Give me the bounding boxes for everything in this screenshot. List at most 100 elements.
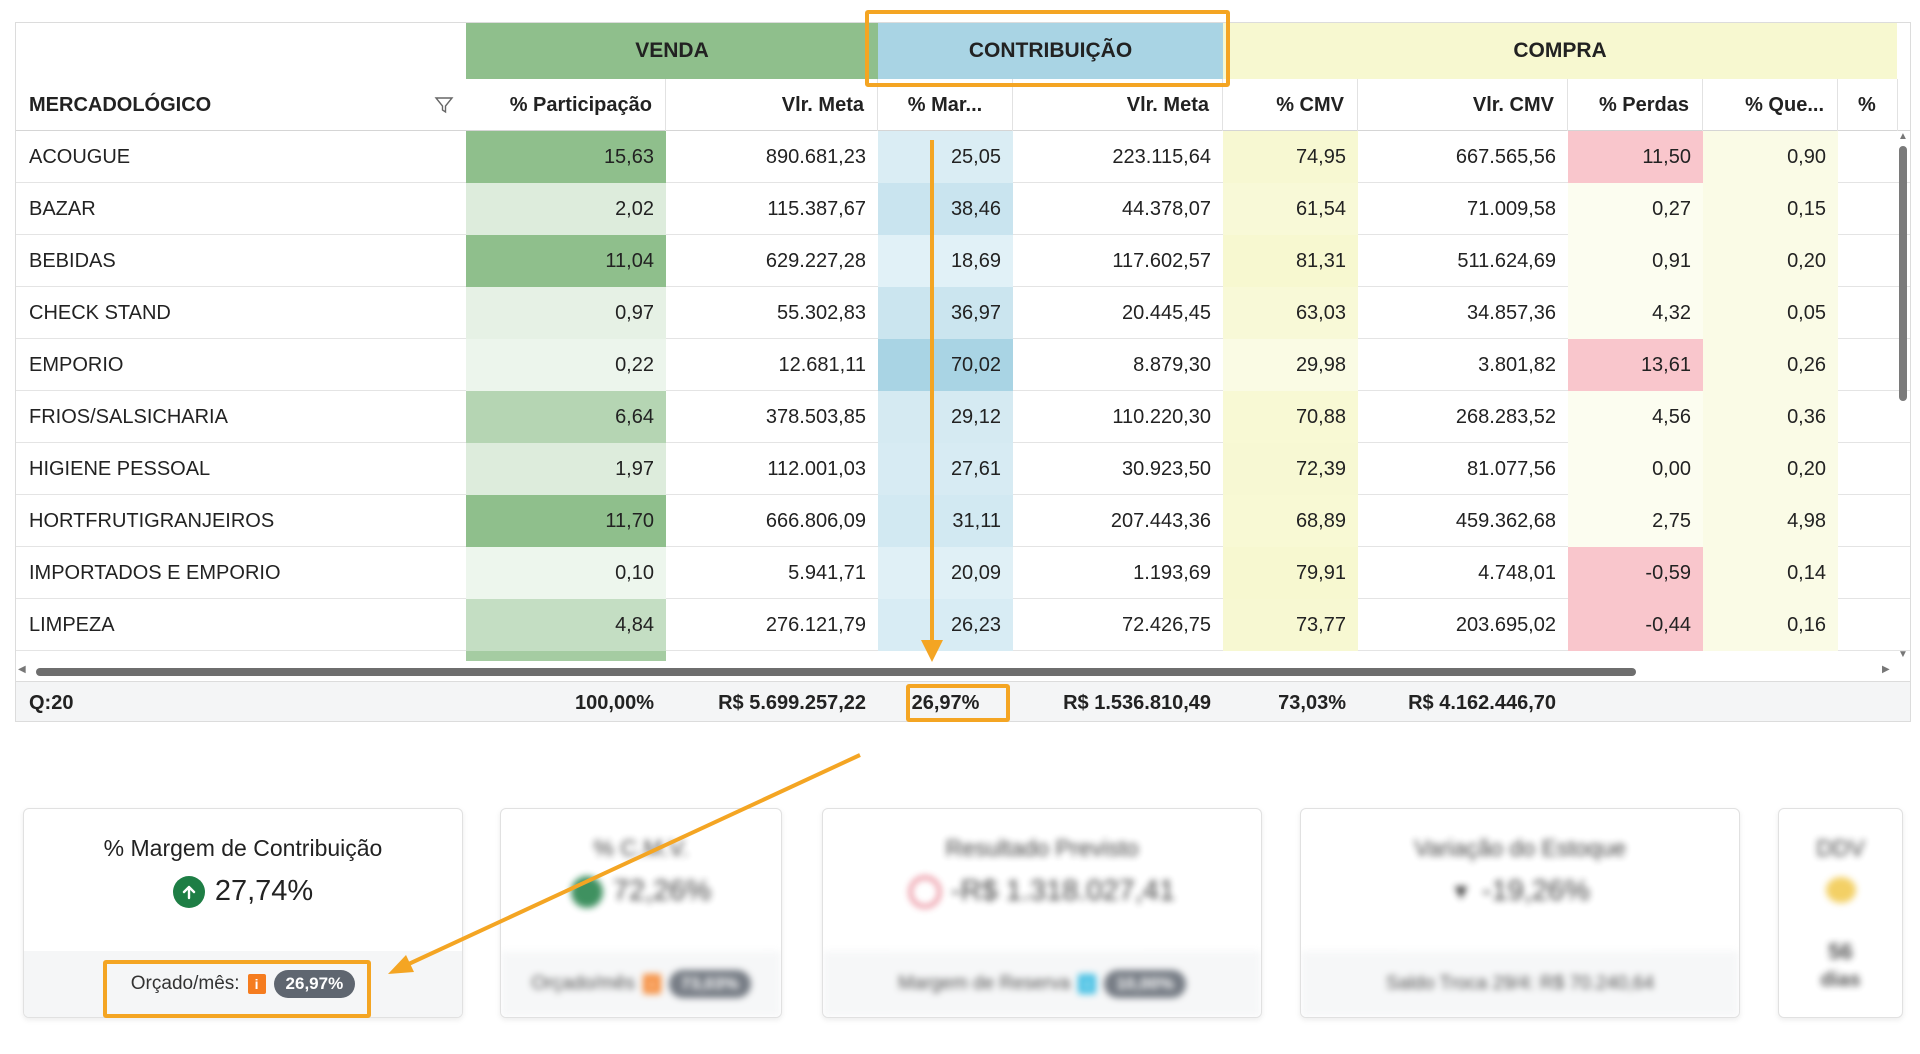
card-title: % Margem de Contribuição xyxy=(103,835,383,861)
total-margem: 26,97% xyxy=(911,691,980,714)
info-icon[interactable]: i xyxy=(1078,974,1097,994)
horizontal-scroll-thumb[interactable] xyxy=(36,668,1636,676)
info-icon[interactable]: i xyxy=(642,974,661,994)
cell-participacao: 1,97 xyxy=(466,443,666,495)
table-row[interactable]: LIMPEZA 4,84 276.121,79 26,23 72.426,75 73,77… xyxy=(16,599,1910,651)
cell-quebra: 0,20 xyxy=(1703,235,1838,287)
group-header-contribuicao: CONTRIBUIÇÃO xyxy=(878,23,1223,79)
cell-perdas: 0,00 xyxy=(1568,443,1703,495)
scroll-right-icon[interactable]: ▶ xyxy=(1882,664,1890,675)
cell-vlr-cmv: 4.748,01 xyxy=(1478,561,1556,584)
cell-mercadologico: FRIOS/SALSICHARIA xyxy=(29,405,228,428)
total-vlr-meta-venda: R$ 5.699.257,22 xyxy=(718,691,866,714)
col-header-vlr-meta-contrib[interactable]: Vlr. Meta xyxy=(1013,79,1223,131)
cell-vlr-cmv: 511.624,69 xyxy=(1457,249,1556,272)
cell-mercadologico: LIMPEZA xyxy=(29,613,115,636)
saldo-troca-label: Saldo Troca 29/4: R$ 70.240,64 xyxy=(1385,973,1655,994)
cell-participacao: 11,70 xyxy=(466,495,666,547)
card-value: 72,26% xyxy=(612,875,712,907)
table-row[interactable]: ACOUGUE 15,63 890.681,23 25,05 223.115,64 74,… xyxy=(16,131,1910,183)
cell-perdas: 4,56 xyxy=(1568,391,1703,443)
cell-quebra: 0,20 xyxy=(1703,443,1838,495)
cell-cmv: 63,03 xyxy=(1223,287,1358,339)
card-value-row: -R$ 1.318.027,41 xyxy=(823,875,1261,908)
cell-mercadologico: HIGIENE PESSOAL xyxy=(29,457,211,480)
scroll-up-icon[interactable]: ▲ xyxy=(1898,131,1908,142)
card-value-row: 27,74% xyxy=(24,875,462,908)
cell-cmv: 68,89 xyxy=(1223,495,1358,547)
cell-cmv: 61,54 xyxy=(1223,183,1358,235)
budget-badge: 73,03% xyxy=(668,970,751,998)
sad-face-icon xyxy=(908,875,941,908)
cell-margem: 18,69 xyxy=(878,235,1013,287)
cell-margem: 20,09 xyxy=(878,547,1013,599)
cell-vlr-meta-venda: 890.681,23 xyxy=(765,145,866,168)
horizontal-scrollbar[interactable]: ◀ ▶ xyxy=(16,663,1896,679)
col-header-more[interactable]: % xyxy=(1838,79,1898,131)
cell-vlr-meta-contrib: 223.115,64 xyxy=(1112,145,1211,168)
table-row[interactable]: FRIOS/SALSICHARIA 6,64 378.503,85 29,12 110.… xyxy=(16,391,1910,443)
cell-vlr-meta-venda: 5.941,71 xyxy=(788,561,866,584)
vertical-scroll-thumb[interactable] xyxy=(1899,146,1907,401)
cell-mercadologico: CHECK STAND xyxy=(29,301,171,324)
col-header-vlr-cmv[interactable]: Vlr. CMV xyxy=(1358,79,1568,131)
vertical-scrollbar[interactable]: ▲ ▼ xyxy=(1896,131,1910,661)
filter-icon[interactable] xyxy=(434,95,454,115)
cell-perdas: 0,27 xyxy=(1568,183,1703,235)
cell-perdas: 13,61 xyxy=(1568,339,1703,391)
card-ddv: DDV 56 dias xyxy=(1778,808,1903,1018)
table-row[interactable]: HORTFRUTIGRANJEIROS 11,70 666.806,09 31,11 2… xyxy=(16,495,1910,547)
total-participacao: 100,00% xyxy=(575,691,654,714)
cell-vlr-cmv: 81.077,56 xyxy=(1467,457,1556,480)
cell-vlr-meta-venda: 55.302,83 xyxy=(777,301,866,324)
total-vlr-cmv: R$ 4.162.446,70 xyxy=(1408,691,1556,714)
cell-cmv: 72,39 xyxy=(1223,443,1358,495)
col-header-quebra[interactable]: % Que... xyxy=(1703,79,1838,131)
reserve-badge: 10,00% xyxy=(1104,970,1186,998)
col-header-label: MERCADOLÓGICO xyxy=(29,93,212,116)
table-row[interactable]: CHECK STAND 0,97 55.302,83 36,97 20.445,45 63… xyxy=(16,287,1910,339)
cell-participacao: 15,63 xyxy=(466,131,666,183)
col-header-margem[interactable]: % Mar... xyxy=(878,79,1013,131)
card-value: -19,26% xyxy=(1481,875,1590,907)
table-row[interactable]: BEBIDAS 11,04 629.227,28 18,69 117.602,57 81,… xyxy=(16,235,1910,287)
budget-label: Orçado/mês xyxy=(531,973,635,994)
col-header-mercadologico[interactable]: MERCADOLÓGICO xyxy=(16,79,466,131)
cell-quebra: 0,90 xyxy=(1703,131,1838,183)
cell-vlr-cmv: 268.283,52 xyxy=(1455,405,1556,428)
cell-mercadologico: IMPORTADOS E EMPORIO xyxy=(29,561,281,584)
cell-quebra: 0,26 xyxy=(1703,339,1838,391)
cell-vlr-cmv: 3.801,82 xyxy=(1478,353,1556,376)
cell-quebra: 4,98 xyxy=(1703,495,1838,547)
cell-vlr-meta-venda: 112.001,03 xyxy=(767,457,866,480)
cell-margem: 27,61 xyxy=(878,443,1013,495)
cell-vlr-meta-contrib: 72.426,75 xyxy=(1122,613,1211,636)
scroll-down-icon[interactable]: ▼ xyxy=(1898,649,1908,660)
scroll-left-icon[interactable]: ◀ xyxy=(18,664,26,675)
table-row[interactable]: HIGIENE PESSOAL 1,97 112.001,03 27,61 30.923… xyxy=(16,443,1910,495)
cell-perdas: -0,44 xyxy=(1568,599,1703,651)
cell-perdas: 2,75 xyxy=(1568,495,1703,547)
card-value: -R$ 1.318.027,41 xyxy=(950,875,1176,907)
cell-mercadologico: EMPORIO xyxy=(29,353,124,376)
col-header-perdas[interactable]: % Perdas xyxy=(1568,79,1703,131)
cell-perdas: 11,50 xyxy=(1568,131,1703,183)
table-row[interactable]: BAZAR 2,02 115.387,67 38,46 44.378,07 61,54 71… xyxy=(16,183,1910,235)
cell-participacao: 0,97 xyxy=(466,287,666,339)
col-header-vlr-meta-venda[interactable]: Vlr. Meta xyxy=(666,79,878,131)
next-row-peek xyxy=(466,651,666,661)
cell-cmv: 73,77 xyxy=(1223,599,1358,651)
cell-quebra: 0,36 xyxy=(1703,391,1838,443)
table-row[interactable]: EMPORIO 0,22 12.681,11 70,02 8.879,30 29,98 3.… xyxy=(16,339,1910,391)
cell-cmv: 79,91 xyxy=(1223,547,1358,599)
table-row[interactable]: IMPORTADOS E EMPORIO 0,10 5.941,71 20,09 1.1… xyxy=(16,547,1910,599)
col-header-participacao[interactable]: % Participação xyxy=(466,79,666,131)
column-header-row: MERCADOLÓGICO % Participação Vlr. Meta %… xyxy=(16,79,1910,131)
group-header-compra: COMPRA xyxy=(1223,23,1897,79)
cell-participacao: 6,64 xyxy=(466,391,666,443)
col-header-cmv[interactable]: % CMV xyxy=(1223,79,1358,131)
cell-vlr-meta-contrib: 110.220,30 xyxy=(1112,405,1211,428)
card-title: Resultado Previsto xyxy=(945,835,1139,861)
info-icon[interactable]: i xyxy=(247,974,266,994)
card-value: 27,74% xyxy=(214,875,314,907)
